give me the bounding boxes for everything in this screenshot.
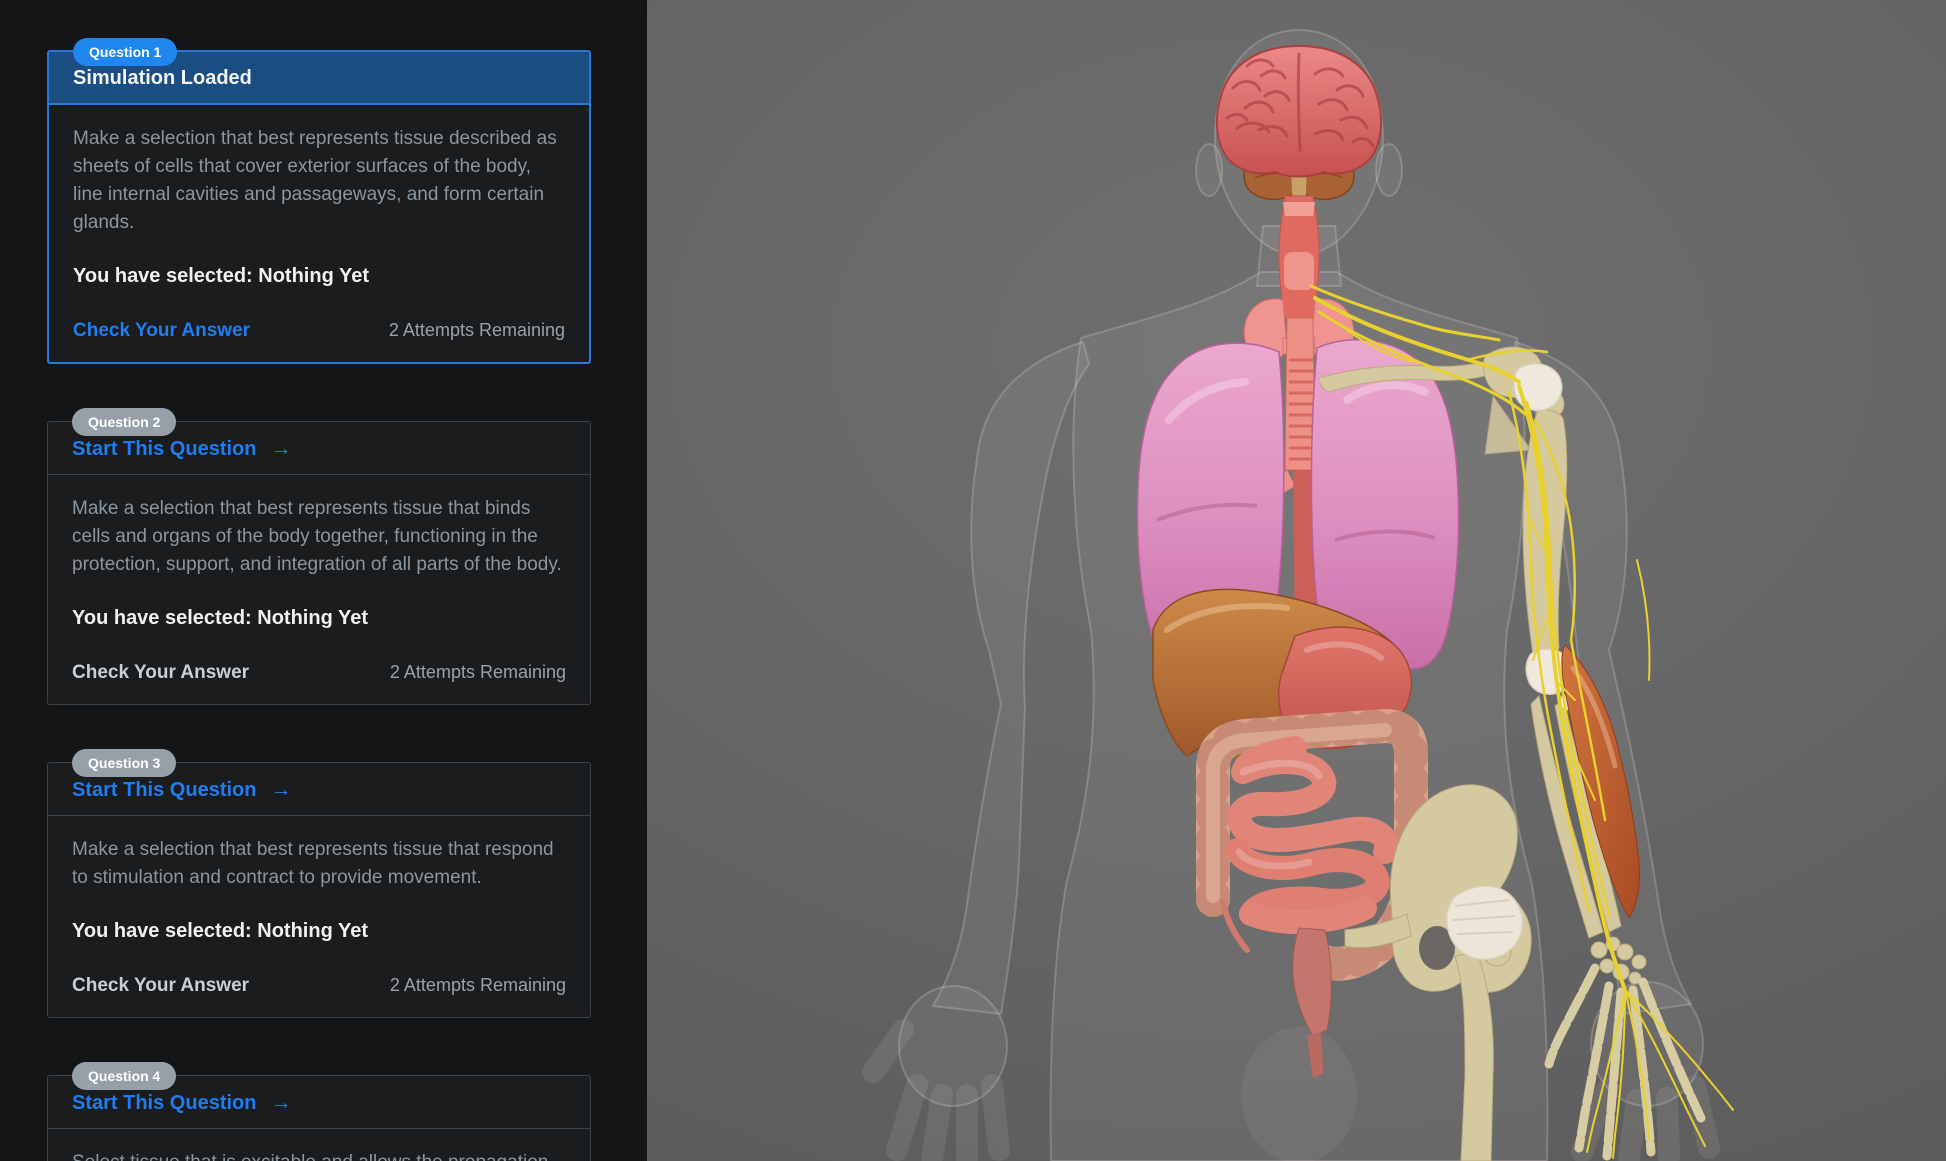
question-3-footer: Check Your Answer 2 Attempts Remaining (48, 943, 590, 1017)
anatomy-model-canvas[interactable] (647, 0, 1946, 1161)
start-question-link[interactable]: Start This Question → (72, 778, 291, 802)
attempts-remaining: 2 Attempts Remaining (390, 975, 566, 996)
pharynx-larynx[interactable] (1279, 196, 1319, 318)
start-question-label: Start This Question (72, 779, 256, 802)
question-3-badge: Question 3 (72, 749, 176, 777)
question-1-badge: Question 1 (73, 38, 177, 66)
check-answer-button[interactable]: Check Your Answer (72, 975, 249, 997)
right-ear (1376, 144, 1402, 196)
anatomy-model-viewer[interactable] (647, 0, 1946, 1161)
question-card-1: Question 1 Simulation Loaded Make a sele… (47, 50, 591, 364)
anatomy-quiz-app: Question 1 Simulation Loaded Make a sele… (0, 0, 1946, 1161)
question-2-badge: Question 2 (72, 408, 176, 436)
arrow-right-icon: → (270, 437, 291, 461)
question-2-footer: Check Your Answer 2 Attempts Remaining (48, 630, 590, 704)
question-3-selection: You have selected: Nothing Yet (48, 892, 590, 943)
left-ear (1196, 144, 1222, 196)
start-question-link[interactable]: Start This Question → (72, 1091, 291, 1115)
start-question-label: Start This Question (72, 1092, 256, 1115)
start-question-link[interactable]: Start This Question → (72, 437, 291, 461)
arrow-right-icon: → (270, 1091, 291, 1115)
pelvis-silhouette-patch (1241, 1027, 1357, 1161)
arrow-right-icon: → (270, 778, 291, 802)
question-1-selection: You have selected: Nothing Yet (49, 237, 589, 288)
question-2-selection: You have selected: Nothing Yet (48, 579, 590, 630)
check-answer-button[interactable]: Check Your Answer (72, 662, 249, 684)
hip-ligament (1447, 886, 1523, 959)
start-question-label: Start This Question (72, 438, 256, 461)
brain[interactable] (1217, 46, 1381, 177)
question-1-footer: Check Your Answer 2 Attempts Remaining (49, 288, 589, 362)
question-card-2: Question 2 Start This Question→ Make a s… (47, 421, 591, 705)
check-answer-button[interactable]: Check Your Answer (73, 320, 250, 342)
question-4-badge: Question 4 (72, 1062, 176, 1090)
question-card-4: Question 4 Start This Question→ Select t… (47, 1075, 591, 1161)
question-3-text: Make a selection that best represents ti… (48, 816, 590, 892)
question-card-3: Question 3 Start This Question→ Make a s… (47, 762, 591, 1018)
question-4-text: Select tissue that is excitable and allo… (48, 1129, 590, 1161)
question-2-text: Make a selection that best represents ti… (48, 475, 590, 579)
attempts-remaining: 2 Attempts Remaining (390, 662, 566, 683)
question-sidebar: Question 1 Simulation Loaded Make a sele… (0, 0, 647, 1161)
attempts-remaining: 2 Attempts Remaining (389, 320, 565, 341)
question-1-text: Make a selection that best represents ti… (49, 105, 589, 237)
